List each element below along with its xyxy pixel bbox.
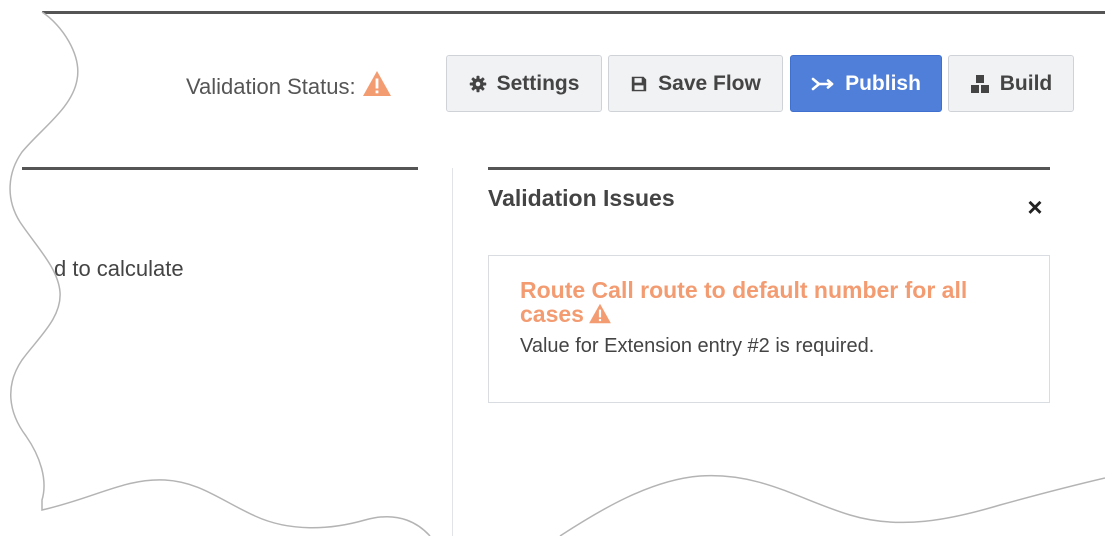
validation-issue-detail: Value for Extension entry #2 is required… (520, 335, 875, 357)
close-button[interactable]: × (1022, 194, 1048, 220)
validation-issue-title[interactable]: Route Call route to default number for a… (520, 278, 1000, 326)
left-pane-text: d to calculate (54, 256, 184, 281)
left-pane-divider (22, 167, 418, 170)
publish-button-label: Publish (845, 71, 921, 95)
validation-panel-divider (488, 167, 1050, 170)
floppy-disk-icon (630, 75, 648, 93)
validation-issue-card[interactable]: Route Call route to default number for a… (488, 255, 1050, 403)
pane-separator (452, 168, 453, 536)
build-button[interactable]: Build (948, 55, 1074, 112)
warning-triangle-icon (589, 303, 611, 324)
save-flow-button-label: Save Flow (658, 71, 761, 95)
torn-edge-mask (560, 475, 1105, 536)
gear-icon (469, 75, 487, 93)
publish-button[interactable]: Publish (790, 55, 942, 112)
settings-button-label: Settings (496, 71, 580, 95)
publish-arrow-icon (811, 76, 835, 92)
torn-edge-line (559, 474, 1105, 536)
validation-panel-title: Validation Issues (488, 185, 675, 211)
settings-button[interactable]: Settings (446, 55, 602, 112)
validation-status-label: Validation Status: (186, 73, 356, 99)
architect-screen: Validation Status: Settings Save Flow Pu… (0, 0, 1105, 536)
save-flow-button[interactable]: Save Flow (608, 55, 783, 112)
warning-triangle-icon[interactable] (362, 70, 392, 103)
build-button-label: Build (999, 71, 1053, 95)
validation-status: Validation Status: (186, 70, 392, 103)
header-divider (42, 11, 1105, 14)
build-blocks-icon (970, 74, 990, 94)
